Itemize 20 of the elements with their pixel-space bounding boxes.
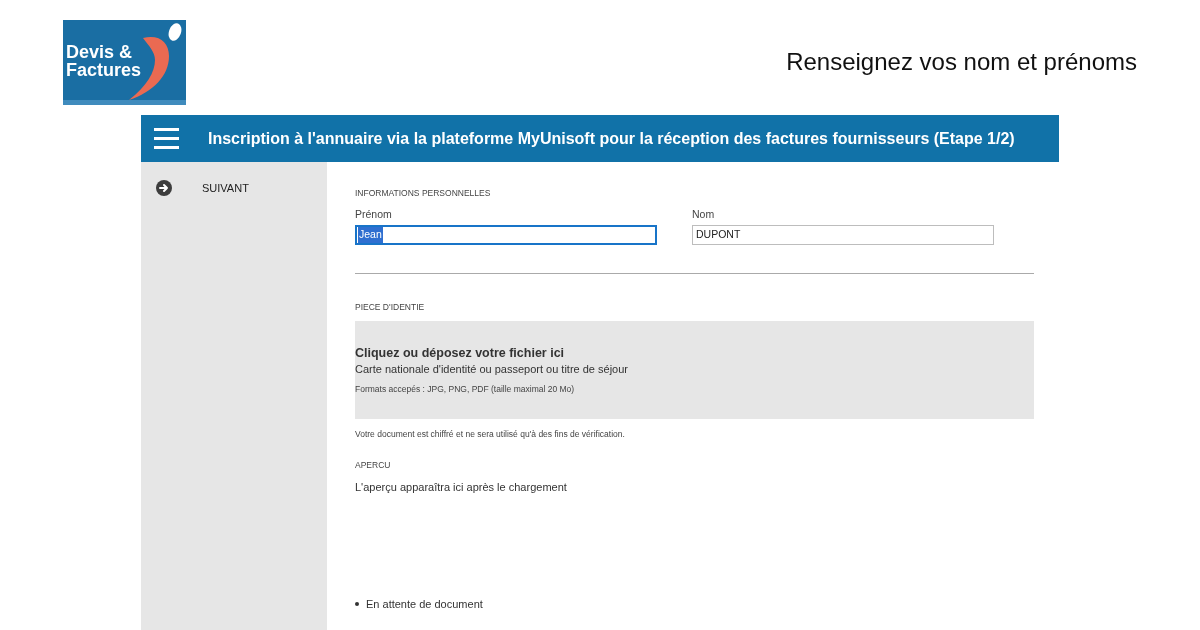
dropzone-title: Cliquez ou déposez votre fichier ici: [355, 345, 565, 361]
security-notice: Votre document est chiffré et ne sera utilisé qu'à des fins de vérification.: [355, 428, 625, 440]
field-label: Prénom: [355, 207, 392, 221]
section-heading: APERCU: [355, 459, 391, 471]
formats-note: Formats accepés : JPG, PNG, PDF (taille maximal 20 Mo): [355, 383, 575, 395]
logo-text: Devis & Factures: [66, 43, 142, 79]
input-field[interactable]: Jean: [355, 225, 657, 245]
status-text: En attente de document: [366, 597, 483, 611]
preview-message: L'aperçu apparaîtra ici après le chargement: [355, 480, 567, 494]
page-heading: Renseignez vos nom et prénoms: [786, 47, 1137, 77]
section-heading: PIECE D'IDENTIE: [355, 301, 425, 313]
field-label: Nom: [692, 207, 715, 221]
arrow-right-circle-icon: [156, 180, 172, 196]
section-heading: INFORMATIONS PERSONNELLES: [355, 187, 491, 199]
sidebar-item[interactable]: SUIVANT: [156, 179, 249, 197]
menu-icon[interactable]: [154, 128, 179, 149]
dropzone-subtitle: Carte nationale d'identité ou passeport ou titre de séjour: [355, 362, 628, 377]
file-dropzone[interactable]: Cliquez ou déposez votre fichier ici Carte nationale d'identité ou passeport ou titre de séjour Formats accepés : JPG, PNG, PDF (taille maximal 20 Mo): [355, 321, 1034, 419]
input-field[interactable]: DUPONT: [692, 225, 994, 245]
header-title: Inscription à l'annuaire via la plateforme MyUnisoft pour la réception des factures fournisseurs (Etape 1/2): [208, 128, 1015, 149]
